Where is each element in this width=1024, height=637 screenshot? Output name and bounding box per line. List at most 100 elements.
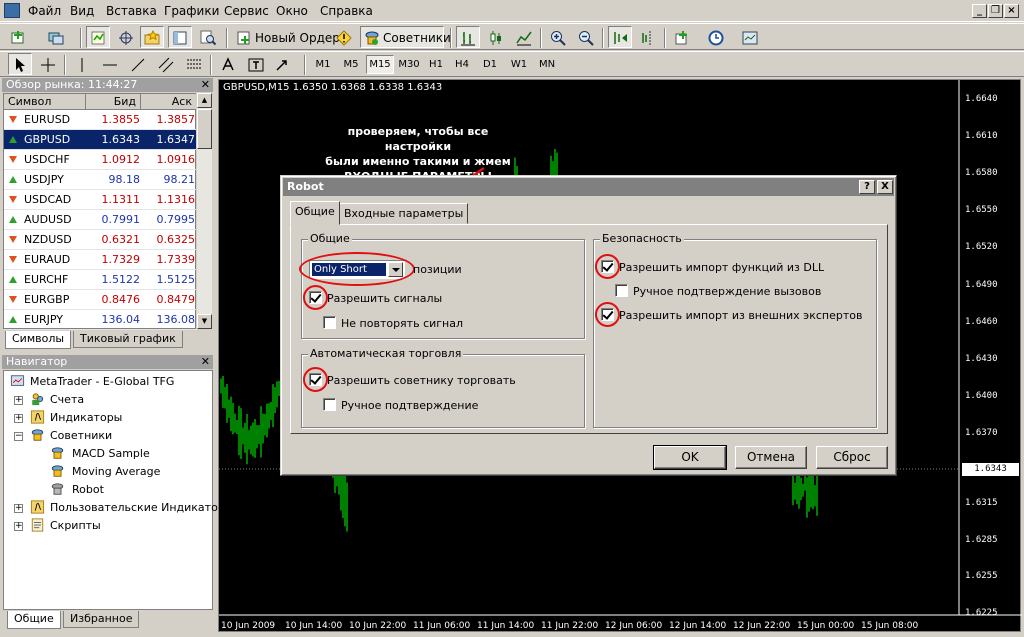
tab-tick-chart[interactable]: Тиковый график xyxy=(73,331,183,348)
menu-insert[interactable]: Вставка xyxy=(106,4,157,19)
candlestick-button[interactable] xyxy=(484,26,508,48)
no-repeat-signal-checkbox[interactable] xyxy=(323,316,336,329)
tab-favorites[interactable]: Избранное xyxy=(63,611,140,628)
menu-view[interactable]: Вид xyxy=(70,4,94,19)
manual-confirm-checkbox[interactable] xyxy=(323,398,336,411)
timeframe-m30[interactable]: M30 xyxy=(396,55,422,74)
cancel-button[interactable]: Отмена xyxy=(735,446,807,469)
menu-tools[interactable]: Сервис xyxy=(224,4,269,19)
market-watch-row[interactable]: EURAUD 1.7329 1.7339 xyxy=(4,250,197,270)
market-watch-row[interactable]: GBPUSD 1.6343 1.6347 xyxy=(4,130,197,150)
menu-file[interactable]: Файл xyxy=(28,4,61,19)
expand-custom-indicators-icon[interactable]: + xyxy=(14,504,23,513)
market-watch-scrollbar[interactable]: ▲ ▼ xyxy=(196,93,212,329)
group-auto-trading: Автоматическая торговля xyxy=(301,347,585,428)
collapse-experts-icon[interactable]: − xyxy=(14,432,23,441)
expand-accounts-icon[interactable]: + xyxy=(14,396,23,405)
column-symbol[interactable]: Символ xyxy=(4,94,86,110)
timeframe-h4[interactable]: H4 xyxy=(450,55,474,74)
tab-dialog-common[interactable]: Общие xyxy=(290,201,340,225)
market-watch-row[interactable]: EURGBP 0.8476 0.8479 xyxy=(4,290,197,310)
scroll-down-icon[interactable]: ▼ xyxy=(197,314,212,329)
fibonacci-button[interactable] xyxy=(182,53,206,75)
market-watch-toggle[interactable] xyxy=(86,26,110,48)
navigator-indicators[interactable]: Индикаторы xyxy=(50,410,122,426)
market-watch-row[interactable]: USDJPY 98.18 98.21 xyxy=(4,170,197,190)
text-button[interactable] xyxy=(216,53,240,75)
terminal-toggle[interactable] xyxy=(168,26,192,48)
minimize-icon[interactable]: _ xyxy=(972,4,987,18)
market-watch-row[interactable]: USDCAD 1.1311 1.1316 xyxy=(4,190,197,210)
crosshair-button[interactable] xyxy=(36,53,60,75)
scroll-thumb[interactable] xyxy=(197,109,212,149)
market-watch-row[interactable]: AUDUSD 0.7991 0.7995 xyxy=(4,210,197,230)
column-ask[interactable]: Аск xyxy=(141,94,197,110)
zoom-out-button[interactable] xyxy=(574,26,598,48)
chart-shift-button[interactable] xyxy=(636,26,660,48)
new-chart-button[interactable] xyxy=(6,26,40,48)
timeframe-w1[interactable]: W1 xyxy=(506,55,532,74)
scroll-up-icon[interactable]: ▲ xyxy=(197,93,212,108)
templates-menu-button[interactable] xyxy=(738,26,770,48)
navigator-custom-indicators[interactable]: Пользовательские Индикаторы xyxy=(50,500,233,516)
navigator-toggle[interactable] xyxy=(140,26,164,48)
timeframe-m15[interactable]: M15 xyxy=(366,55,394,74)
robot-dialog: Robot ? X Общие Входные параметры Общие … xyxy=(280,175,897,476)
new-order-button[interactable]: Новый Ордер xyxy=(232,26,340,48)
timeframe-d1[interactable]: D1 xyxy=(478,55,502,74)
horizontal-line-button[interactable] xyxy=(98,53,122,75)
arrows-menu-button[interactable] xyxy=(270,53,300,75)
data-window-button[interactable] xyxy=(114,26,138,48)
market-watch-row[interactable]: EURCHF 1.5122 1.5125 xyxy=(4,270,197,290)
zoom-in-button[interactable] xyxy=(546,26,570,48)
timeframe-m1[interactable]: M1 xyxy=(310,55,336,74)
tab-common[interactable]: Общие xyxy=(7,611,61,629)
expert-robot[interactable]: Robot xyxy=(72,482,104,498)
equidistant-channel-button[interactable] xyxy=(154,53,178,75)
navigator-accounts[interactable]: Счета xyxy=(50,392,84,408)
help-icon[interactable]: ? xyxy=(859,180,875,194)
profiles-button[interactable] xyxy=(44,26,76,48)
line-chart-button[interactable] xyxy=(512,26,536,48)
market-watch-row[interactable]: USDCHF 1.0912 1.0916 xyxy=(4,150,197,170)
tab-input-parameters[interactable]: Входные параметры xyxy=(339,203,469,224)
menu-charts[interactable]: Графики xyxy=(164,4,219,19)
strategy-tester-button[interactable] xyxy=(196,26,220,48)
periods-menu-button[interactable] xyxy=(704,26,736,48)
dialog-close-icon[interactable]: X xyxy=(877,180,893,194)
text-label-button[interactable] xyxy=(244,53,268,75)
tab-symbols[interactable]: Символы xyxy=(5,331,72,349)
experts-toggle-button[interactable]: Советники xyxy=(360,26,451,48)
expert-moving-average[interactable]: Moving Average xyxy=(72,464,160,480)
market-watch-close-icon[interactable]: ✕ xyxy=(201,78,210,92)
restore-icon[interactable]: ❐ xyxy=(988,4,1003,18)
manual-calls-checkbox[interactable] xyxy=(615,284,628,297)
auto-scroll-button[interactable] xyxy=(608,26,632,48)
market-watch-header: Символ Бид Аск xyxy=(4,94,197,110)
trendline-button[interactable] xyxy=(126,53,150,75)
menu-help[interactable]: Справка xyxy=(320,4,373,19)
navigator-experts[interactable]: Советники xyxy=(50,428,112,444)
metaeditor-button[interactable] xyxy=(332,26,356,48)
expand-scripts-icon[interactable]: + xyxy=(14,522,23,531)
cursor-button[interactable] xyxy=(8,53,32,75)
close-icon[interactable]: × xyxy=(1004,4,1019,18)
reset-button[interactable]: Сброс xyxy=(816,446,888,469)
timeframe-m5[interactable]: M5 xyxy=(338,55,364,74)
expand-indicators-icon[interactable]: + xyxy=(14,414,23,423)
ok-button[interactable]: OK xyxy=(653,445,727,470)
navigator-close-icon[interactable]: ✕ xyxy=(201,355,210,369)
vertical-line-button[interactable] xyxy=(70,53,94,75)
bar-chart-button[interactable] xyxy=(456,26,480,48)
indicators-menu-button[interactable] xyxy=(670,26,702,48)
timeframe-mn[interactable]: MN xyxy=(534,55,560,74)
market-watch-row[interactable]: NZDUSD 0.6321 0.6325 xyxy=(4,230,197,250)
market-watch-row[interactable]: EURJPY 136.04 136.08 xyxy=(4,310,197,330)
timeframe-h1[interactable]: H1 xyxy=(424,55,448,74)
column-bid[interactable]: Бид xyxy=(86,94,141,110)
market-watch-row[interactable]: EURUSD 1.3855 1.3857 xyxy=(4,110,197,130)
menu-window[interactable]: Окно xyxy=(276,4,308,19)
navigator-root[interactable]: MetaTrader - E-Global TFG xyxy=(30,374,174,390)
navigator-scripts[interactable]: Скрипты xyxy=(50,518,101,534)
expert-macd-sample[interactable]: MACD Sample xyxy=(72,446,150,462)
